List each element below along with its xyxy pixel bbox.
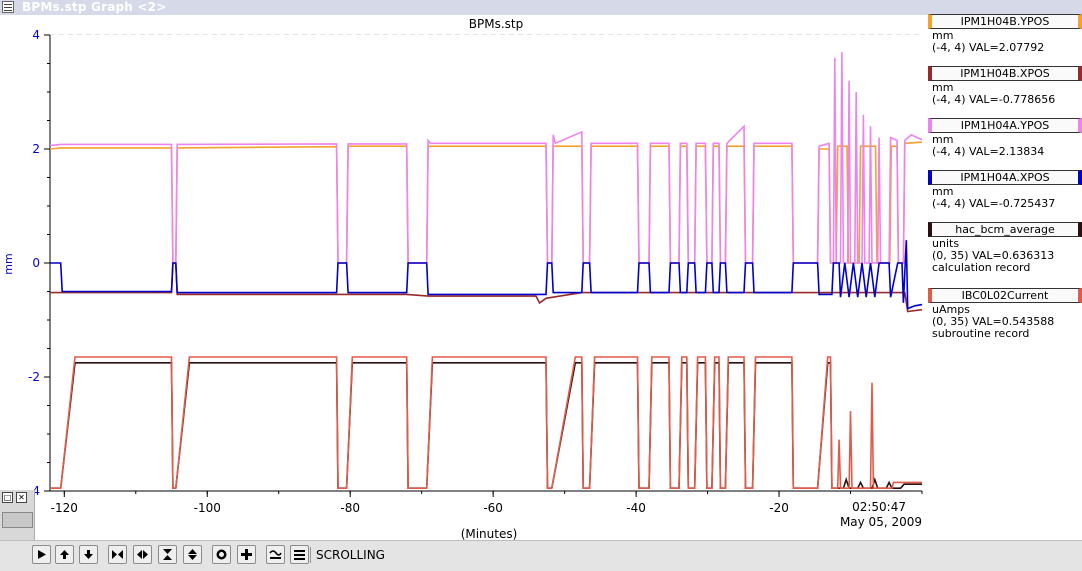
y-axis-label: mm [2,253,15,274]
expand-horizontal-icon[interactable] [133,545,152,564]
y-tick-label: 2 [32,142,40,156]
close-icon[interactable]: ✕ [16,492,27,503]
legend-series-name[interactable]: IBC0L02Current [928,288,1082,303]
legend-range: (-4, 4) [932,93,966,106]
legend-series-name[interactable]: IPM1H04B.XPOS [928,66,1082,81]
legend-range: (-4, 4) [932,145,966,158]
series-legend: IPM1H04B.YPOS mm (-4, 4) VAL=2.07792 IPM1H0… [925,14,1082,354]
date-stamp: May 05, 2009 [840,515,922,529]
scroll-lines-icon[interactable] [266,545,285,564]
add-plus-icon[interactable] [237,545,256,564]
panel-field[interactable] [2,512,33,528]
x-tick-label: -120 [51,501,78,515]
restore-icon[interactable]: □ [2,492,13,503]
y-tick-label: -2 [28,370,40,384]
x-tick-label: -20 [769,501,789,515]
legend-item[interactable]: IBC0L02Current uAmps (0, 35) VAL=0.543588 s… [925,288,1082,354]
bottom-toolbar: SCROLLING [0,540,1082,571]
legend-range: (-4, 4) [932,197,966,210]
legend-series-name[interactable]: hac_bcm_average [928,222,1082,237]
plot-frame [49,35,922,492]
legend-range-value: (-4, 4) VAL=-0.778656 [932,94,1055,106]
plot-area [50,35,922,491]
fit-vertical-icon[interactable] [158,545,177,564]
y-axis-ticks: 420-2-4 [28,28,50,498]
legend-item[interactable]: IPM1H04A.YPOS mm (-4, 4) VAL=2.13834 [925,118,1082,170]
legend-range-value: (-4, 4) VAL=-0.725437 [932,198,1055,210]
x-tick-label: -40 [626,501,646,515]
zoom-circle-icon[interactable] [212,545,231,564]
expand-vertical-icon[interactable] [183,545,202,564]
toolbar-separator [310,547,311,563]
legend-item[interactable]: IPM1H04B.XPOS mm (-4, 4) VAL=-0.778656 [925,66,1082,118]
menu-lines-icon[interactable] [290,545,309,564]
legend-series-name[interactable]: IPM1H04B.YPOS [928,14,1082,29]
x-tick-label: -100 [194,501,221,515]
x-tick-label: -80 [340,501,360,515]
legend-series-name[interactable]: IPM1H04A.YPOS [928,118,1082,133]
stripchart-plot[interactable]: 420-2-4 -120-100-80-60-40-20 BPMs.stp mm… [0,0,925,540]
legend-record-type: subroutine record [932,327,1030,340]
legend-value: VAL=-0.778656 [969,93,1056,106]
x-tick-label: -60 [483,501,503,515]
chart-title: BPMs.stp [469,17,523,31]
legend-record-type: calculation record [932,261,1031,274]
legend-value: VAL=2.13834 [969,145,1045,158]
legend-item[interactable]: hac_bcm_average units (0, 35) VAL=0.636313… [925,222,1082,288]
x-axis-ticks: -120 -100 -80 -60 -40 -20 [51,491,923,515]
arrow-up-icon[interactable] [55,545,74,564]
legend-item[interactable]: IPM1H04B.YPOS mm (-4, 4) VAL=2.07792 [925,14,1082,66]
legend-series-name[interactable]: IPM1H04A.XPOS [928,170,1082,185]
legend-range: (-4, 4) [932,41,966,54]
legend-value: VAL=2.07792 [969,41,1045,54]
arrow-right-icon[interactable] [32,545,51,564]
x-axis-label: (Minutes) [461,527,518,540]
fit-horizontal-icon[interactable] [108,545,127,564]
legend-range-value: (-4, 4) VAL=2.07792 [932,42,1044,54]
y-tick-label: 4 [32,28,40,42]
legend-item[interactable]: IPM1H04A.XPOS mm (-4, 4) VAL=-0.725437 [925,170,1082,222]
y-tick-label: 0 [32,256,40,270]
legend-range-value: (-4, 4) VAL=2.13834 [932,146,1044,158]
arrow-down-icon[interactable] [79,545,98,564]
time-stamp: 02:50:47 [852,500,906,514]
legend-value: VAL=-0.725437 [969,197,1056,210]
scrolling-label: SCROLLING [316,548,385,562]
